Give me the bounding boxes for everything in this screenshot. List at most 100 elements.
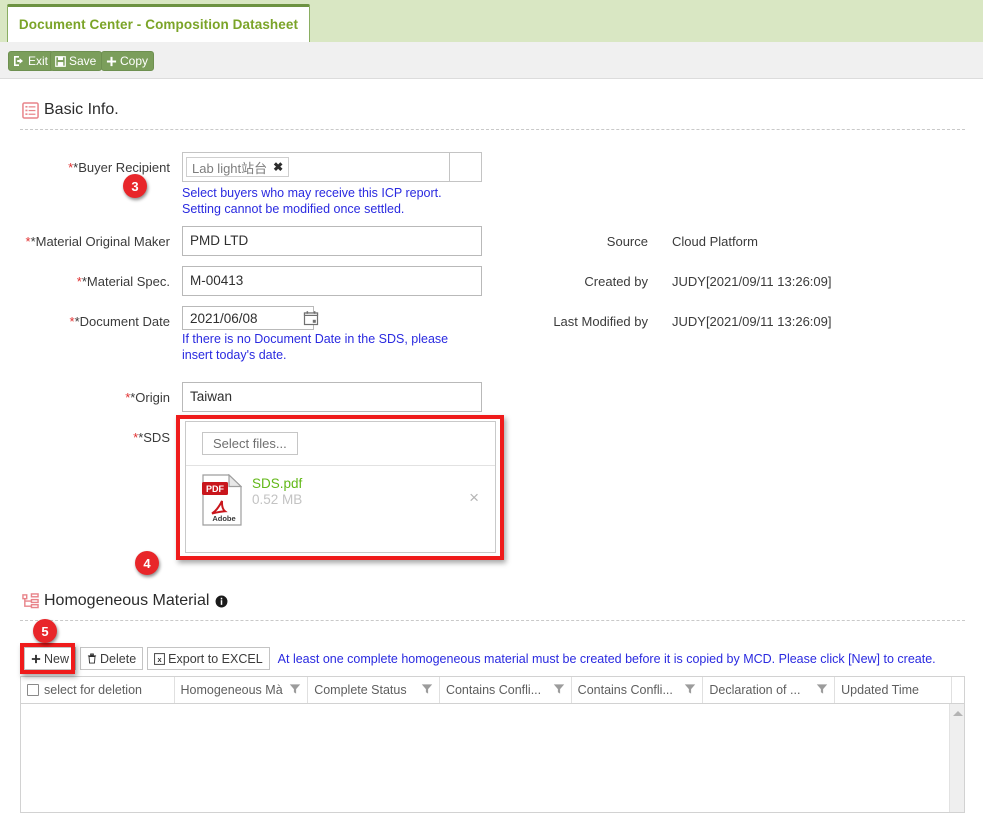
column-header-select-for-deletion[interactable]: select for deletion xyxy=(21,677,175,703)
remove-token-icon[interactable]: ✖ xyxy=(273,160,283,174)
buyer-recipient-hint: Select buyers who may receive this ICP r… xyxy=(182,186,442,216)
tab-bar: Document Center - Composition Datasheet xyxy=(0,0,983,42)
column-header-contains-conflict-1[interactable]: Contains Confli... xyxy=(440,677,572,703)
grid-toolbar: New Delete x Export to EXCEL At least on… xyxy=(24,647,936,670)
filter-icon[interactable] xyxy=(421,683,433,698)
save-label: Save xyxy=(69,54,97,68)
homogeneous-divider xyxy=(20,620,965,621)
column-header-spacer xyxy=(952,677,964,703)
sds-file-row: PDF Adobe SDS.pdf 0.52 MB × xyxy=(186,466,495,546)
tab-label: Document Center - Composition Datasheet xyxy=(18,17,299,32)
grid-header-row: select for deletion Homogeneous Mà Compl… xyxy=(21,677,964,704)
svg-text:Adobe: Adobe xyxy=(212,514,235,523)
column-header-homogeneous-material[interactable]: Homogeneous Mà xyxy=(175,677,309,703)
delete-button[interactable]: Delete xyxy=(80,647,144,670)
page-body: Basic Info. 3 **Buyer Recipient Lab ligh… xyxy=(0,79,983,814)
source-value: Cloud Platform xyxy=(672,234,758,249)
material-original-maker-label: **Material Original Maker xyxy=(25,234,171,249)
filter-icon[interactable] xyxy=(289,683,301,698)
document-date-hint: If there is no Document Date in the SDS,… xyxy=(182,332,449,362)
save-button[interactable]: Save xyxy=(50,51,103,71)
material-spec-input[interactable]: M-00413 xyxy=(182,266,482,296)
column-label: Contains Confli... xyxy=(577,683,673,697)
export-to-excel-button[interactable]: x Export to EXCEL xyxy=(147,647,270,670)
sds-label-text: *SDS xyxy=(138,430,170,445)
source-label: Source xyxy=(606,234,648,249)
sds-file-meta: SDS.pdf 0.52 MB xyxy=(252,474,302,546)
step-badge-5: 5 xyxy=(33,619,57,643)
sds-file-size: 0.52 MB xyxy=(252,492,303,507)
hierarchy-icon xyxy=(22,592,39,610)
export-label: Export to EXCEL xyxy=(168,651,263,666)
document-date-label-text: *Document Date xyxy=(74,314,170,329)
sds-upload-header: Select files... xyxy=(186,422,495,466)
last-modified-by-label: Last Modified by xyxy=(553,314,648,329)
info-icon[interactable] xyxy=(215,595,228,608)
sds-upload-box: Select files... PDF Adobe SDS.pdf 0.52 M… xyxy=(185,421,496,553)
exit-button[interactable]: Exit xyxy=(8,51,55,71)
basic-info-title: Basic Info. xyxy=(44,101,119,118)
document-date-input[interactable]: 2021/06/08 xyxy=(183,311,313,326)
buyer-recipient-token-area[interactable]: Lab light站台 ✖ xyxy=(183,153,449,181)
buyer-recipient-label-text: *Buyer Recipient xyxy=(73,160,170,175)
column-header-contains-conflict-2[interactable]: Contains Confli... xyxy=(572,677,704,703)
column-label: Updated Time xyxy=(841,683,919,697)
origin-input[interactable]: Taiwan xyxy=(182,382,482,412)
column-label: Complete Status xyxy=(314,683,407,697)
exit-icon xyxy=(13,55,25,67)
material-original-maker-input[interactable]: PMD LTD xyxy=(182,226,482,256)
basic-info-section-header: Basic Info. xyxy=(22,101,119,119)
sds-file-name[interactable]: SDS.pdf xyxy=(252,476,302,491)
column-label: select for deletion xyxy=(44,683,142,697)
buyer-recipient-token[interactable]: Lab light站台 ✖ xyxy=(186,157,290,177)
calendar-icon[interactable] xyxy=(300,306,322,330)
exit-label: Exit xyxy=(28,54,49,68)
column-label: Contains Confli... xyxy=(445,683,542,697)
homogeneous-title: Homogeneous Material xyxy=(44,592,210,609)
select-all-checkbox[interactable] xyxy=(27,684,39,696)
grid-note: At least one complete homogeneous materi… xyxy=(277,651,936,666)
step-badge-4: 4 xyxy=(135,551,159,575)
homogeneous-section-header: Homogeneous Material xyxy=(22,592,228,610)
origin-label-text: *Origin xyxy=(130,390,170,405)
select-files-button[interactable]: Select files... xyxy=(202,432,298,455)
material-original-maker-label-text: *Material Original Maker xyxy=(30,234,170,249)
basic-info-divider xyxy=(20,129,965,130)
sds-label: **SDS xyxy=(133,430,170,445)
floppy-disk-icon xyxy=(55,55,66,67)
column-header-declaration-of[interactable]: Declaration of ... xyxy=(703,677,836,703)
column-header-updated-time[interactable]: Updated Time xyxy=(835,677,953,703)
buyer-recipient-field[interactable]: Lab light站台 ✖ xyxy=(182,152,482,182)
material-spec-label: **Material Spec. xyxy=(76,274,170,289)
plus-icon xyxy=(31,654,41,664)
excel-icon: x xyxy=(154,652,166,665)
delete-label: Delete xyxy=(100,651,137,666)
document-date-field[interactable]: 2021/06/08 xyxy=(182,306,314,330)
buyer-recipient-picker-button[interactable] xyxy=(449,153,481,181)
list-icon xyxy=(22,101,39,119)
tab-document-center[interactable]: Document Center - Composition Datasheet xyxy=(7,4,310,42)
remove-file-icon[interactable]: × xyxy=(469,488,479,508)
filter-icon[interactable] xyxy=(684,683,696,698)
grid-vertical-scrollbar[interactable] xyxy=(949,704,964,812)
document-date-label: **Document Date xyxy=(69,314,170,329)
step-badge-3: 3 xyxy=(123,174,147,198)
copy-label: Copy xyxy=(120,54,149,68)
origin-label: **Origin xyxy=(125,390,170,405)
material-spec-label-text: *Material Spec. xyxy=(81,274,170,289)
created-by-value: JUDY[2021/09/11 13:26:09] xyxy=(672,274,832,289)
trash-icon xyxy=(87,653,97,664)
scroll-up-arrow-icon[interactable] xyxy=(953,711,963,716)
new-label: New xyxy=(44,651,70,666)
copy-button[interactable]: Copy xyxy=(101,51,155,71)
new-button[interactable]: New xyxy=(24,647,77,670)
pdf-file-icon: PDF Adobe xyxy=(202,473,243,546)
grid-body xyxy=(21,704,964,812)
svg-text:PDF: PDF xyxy=(206,484,225,494)
filter-icon[interactable] xyxy=(553,683,565,698)
column-header-complete-status[interactable]: Complete Status xyxy=(308,677,440,703)
homogeneous-grid: select for deletion Homogeneous Mà Compl… xyxy=(20,676,965,813)
action-toolbar: Exit Save Copy xyxy=(0,42,983,79)
filter-icon[interactable] xyxy=(816,683,828,698)
column-label: Declaration of ... xyxy=(709,683,801,697)
